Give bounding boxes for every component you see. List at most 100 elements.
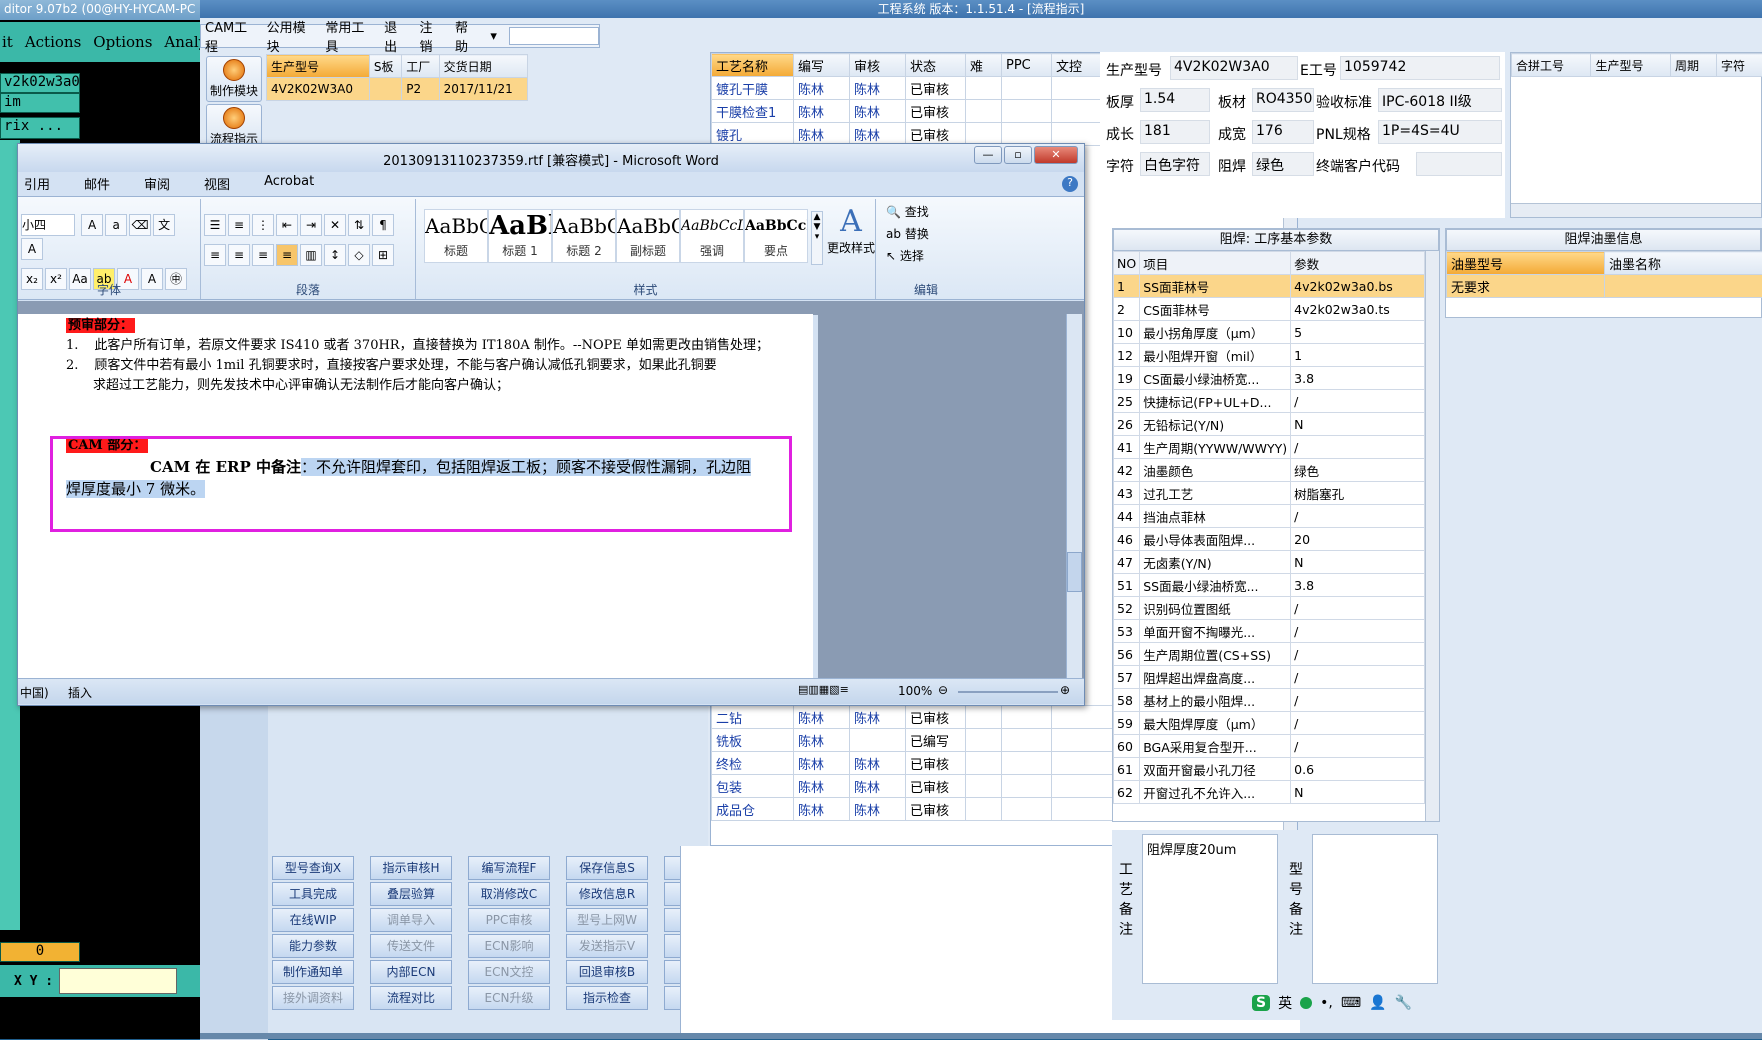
style-3[interactable]: AaBbC标题 2 bbox=[552, 209, 616, 263]
menu-exit[interactable]: 退出 bbox=[384, 17, 407, 55]
status-language[interactable]: 中国) bbox=[20, 684, 49, 701]
field-pnl[interactable]: 1P=4S=4U bbox=[1378, 120, 1502, 144]
style-1[interactable]: AaBbC标题 bbox=[424, 209, 488, 263]
align-center-icon[interactable]: ≡ bbox=[228, 244, 250, 266]
table-row[interactable]: 41生产周期(YYWW/WWYY)/ bbox=[1114, 436, 1425, 459]
menu-tools[interactable]: 常用工具 bbox=[325, 17, 372, 55]
grow-font-icon[interactable]: A bbox=[81, 214, 103, 236]
function-button[interactable]: PPC审核 bbox=[468, 908, 550, 932]
col-ink-model[interactable]: 油墨型号 bbox=[1447, 252, 1605, 275]
process-remark-text[interactable]: 阻焊厚度20um bbox=[1142, 834, 1278, 984]
numbering-icon[interactable]: ≡ bbox=[228, 214, 250, 236]
ime-toolbar[interactable]: S 英 •, ⌨ 👤 🔧 bbox=[1252, 990, 1412, 1016]
function-button[interactable]: ECN升级 bbox=[468, 986, 550, 1010]
status-insert-mode[interactable]: 插入 bbox=[68, 684, 92, 701]
bullets-icon[interactable]: ☰ bbox=[204, 214, 226, 236]
function-button[interactable]: 叠层验算 bbox=[370, 882, 452, 906]
sort-icon[interactable]: ⇅ bbox=[348, 214, 370, 236]
justify-icon[interactable]: ≡ bbox=[276, 244, 298, 266]
sogou-icon[interactable]: S bbox=[1252, 995, 1270, 1011]
field-standard[interactable]: IPC-6018 II级 bbox=[1378, 88, 1502, 112]
table-row[interactable]: 46最小导体表面阻焊...20 bbox=[1114, 528, 1425, 551]
punctuation-icon[interactable]: •, bbox=[1320, 995, 1333, 1011]
line-spacing-icon[interactable]: ↕ bbox=[324, 244, 346, 266]
table-row[interactable]: 1SS面菲林号4v2k02w3a0.bs bbox=[1114, 275, 1425, 298]
help-icon[interactable]: ? bbox=[1062, 176, 1078, 192]
wrench-icon[interactable]: 🔧 bbox=[1394, 995, 1411, 1011]
distribute-icon[interactable]: ▥ bbox=[300, 244, 322, 266]
style-6[interactable]: AaBbCcD要点 bbox=[744, 209, 808, 263]
style-4[interactable]: AaBbC副标题 bbox=[616, 209, 680, 263]
zoom-level[interactable]: 100% bbox=[898, 684, 932, 698]
align-right-icon[interactable]: ≡ bbox=[252, 244, 274, 266]
menu-dropdown[interactable] bbox=[509, 27, 599, 45]
close-button[interactable]: ✕ bbox=[1034, 146, 1078, 164]
col-ppc[interactable]: PPC bbox=[1002, 54, 1052, 77]
col-merge-model[interactable]: 生产型号 bbox=[1591, 54, 1670, 77]
function-button[interactable]: 指示检查 bbox=[566, 986, 648, 1010]
table-row[interactable]: 4V2K02W3A0P22017/11/21 bbox=[267, 78, 528, 101]
col-merge-cycle[interactable]: 周期 bbox=[1670, 54, 1716, 77]
col-ink-name[interactable]: 油墨名称 bbox=[1605, 252, 1762, 275]
function-button[interactable]: 接外调资料 bbox=[272, 986, 354, 1010]
table-row[interactable]: 51SS面最小绿油桥宽...3.8 bbox=[1114, 574, 1425, 597]
col-delivery-date[interactable]: 交货日期 bbox=[439, 55, 527, 78]
table-row[interactable]: 25快捷标记(FP+UL+D.../ bbox=[1114, 390, 1425, 413]
cam-xy-input[interactable] bbox=[59, 968, 177, 994]
table-row[interactable]: 无要求 bbox=[1447, 275, 1762, 298]
menu-common-modules[interactable]: 公用模块 bbox=[267, 17, 314, 55]
styles-scroll[interactable]: ▲▼▾ bbox=[811, 211, 823, 265]
table-row[interactable]: 47无卤素(Y/N)N bbox=[1114, 551, 1425, 574]
cam-menu-options[interactable]: Options bbox=[93, 33, 152, 51]
col-s-board[interactable]: S板 bbox=[369, 55, 401, 78]
table-row[interactable]: 44挡油点菲林/ bbox=[1114, 505, 1425, 528]
increase-indent-icon[interactable]: ⇥ bbox=[300, 214, 322, 236]
function-button[interactable]: 保存信息S bbox=[566, 856, 648, 880]
cam-matrix-button[interactable]: rix ... bbox=[0, 117, 80, 139]
table-row[interactable]: 2CS面菲林号4v2k02w3a0.ts bbox=[1114, 298, 1425, 321]
cam-menu-edit[interactable]: it bbox=[2, 33, 13, 51]
field-e-no[interactable]: 1059742 bbox=[1340, 56, 1500, 80]
table-row[interactable]: 26无铅标记(Y/N)N bbox=[1114, 413, 1425, 436]
align-left-icon[interactable]: ≡ bbox=[204, 244, 226, 266]
document-page[interactable]: 预审部分： 1.此客户所有订单，若原文件要求 IS410 或者 370HR，直接… bbox=[18, 314, 813, 678]
style-5[interactable]: AaBbCcD强调 bbox=[680, 209, 744, 263]
shrink-font-icon[interactable]: a bbox=[105, 214, 127, 236]
table-row[interactable]: 42油墨颜色绿色 bbox=[1114, 459, 1425, 482]
font-size-select[interactable]: 小四 bbox=[21, 214, 75, 236]
user-icon[interactable]: 👤 bbox=[1369, 995, 1386, 1011]
col-merge-char[interactable]: 字符 bbox=[1716, 54, 1762, 77]
table-row[interactable]: 19CS面最小绿油桥宽...3.8 bbox=[1114, 367, 1425, 390]
field-char[interactable]: 白色字符 bbox=[1140, 152, 1210, 176]
function-button[interactable]: 内部ECN bbox=[370, 960, 452, 984]
maximize-button[interactable]: ▫ bbox=[1004, 146, 1032, 164]
merge-hscrollbar[interactable] bbox=[1511, 203, 1761, 217]
menu-help[interactable]: 帮助 bbox=[455, 17, 478, 55]
function-button[interactable]: 编写流程F bbox=[468, 856, 550, 880]
table-row[interactable]: 12最小阻焊开窗（mil）1 bbox=[1114, 344, 1425, 367]
borders-icon[interactable]: ⊞ bbox=[372, 244, 394, 266]
tab-review[interactable]: 审阅 bbox=[144, 174, 170, 196]
char-border-icon[interactable]: A bbox=[21, 238, 43, 260]
table-row[interactable]: 56生产周期位置(CS+SS)/ bbox=[1114, 643, 1425, 666]
col-difficulty[interactable]: 难 bbox=[966, 54, 1002, 77]
function-button[interactable]: 指示审核H bbox=[370, 856, 452, 880]
menu-cam[interactable]: CAM工程 bbox=[205, 17, 255, 55]
table-row[interactable]: 61双面开窗最小孔刀径0.6 bbox=[1114, 758, 1425, 781]
ime-lang[interactable]: 英 bbox=[1278, 993, 1292, 1013]
find-button[interactable]: 🔍 查找 bbox=[886, 201, 976, 223]
minimize-button[interactable]: — bbox=[974, 146, 1002, 164]
tab-acrobat[interactable]: Acrobat bbox=[264, 174, 314, 196]
params-scrollbar[interactable] bbox=[1425, 251, 1439, 821]
col-status[interactable]: 状态 bbox=[906, 54, 966, 77]
table-row[interactable]: 58基材上的最小阻焊.../ bbox=[1114, 689, 1425, 712]
table-row[interactable]: 59最大阻焊厚度（μm）/ bbox=[1114, 712, 1425, 735]
change-styles-button[interactable]: A 更改样式 bbox=[826, 205, 876, 256]
col-reviewer[interactable]: 审核 bbox=[850, 54, 906, 77]
table-row[interactable]: 43过孔工艺树脂塞孔 bbox=[1114, 482, 1425, 505]
table-row[interactable]: 52识别码位置图纸/ bbox=[1114, 597, 1425, 620]
function-button[interactable]: 回退审核B bbox=[566, 960, 648, 984]
zoom-slider[interactable] bbox=[958, 691, 1058, 693]
show-marks-icon[interactable]: ¶ bbox=[372, 214, 394, 236]
multilevel-icon[interactable]: ⋮ bbox=[252, 214, 274, 236]
